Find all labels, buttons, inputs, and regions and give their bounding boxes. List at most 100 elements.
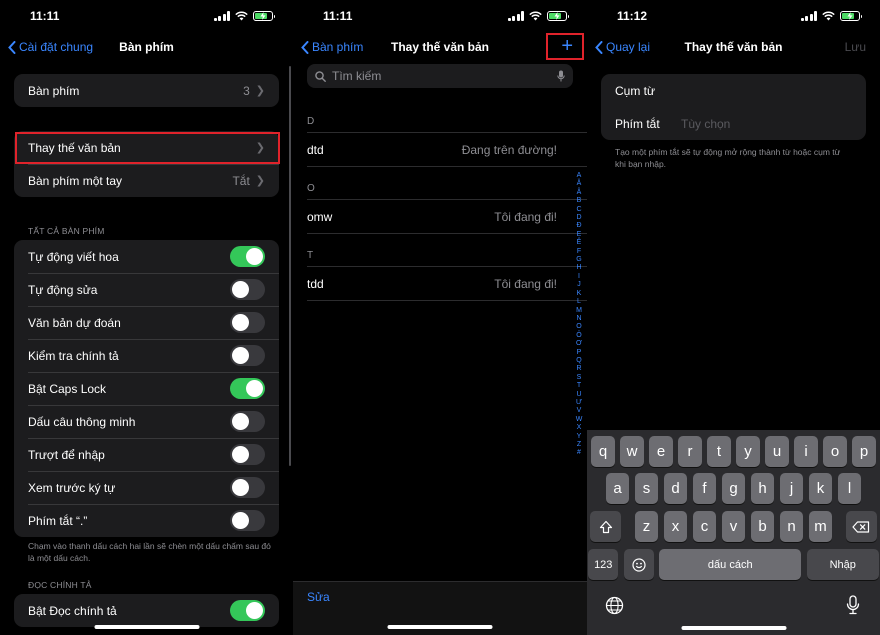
index-letter[interactable]: W xyxy=(576,416,583,424)
index-letter[interactable]: E xyxy=(577,231,582,239)
letter-key[interactable]: k xyxy=(808,473,833,504)
shortcut-field[interactable]: Phím tắt Tùy chọn xyxy=(601,107,866,140)
back-button[interactable]: Quay lại xyxy=(595,40,650,54)
index-letter[interactable]: Ư xyxy=(576,399,582,407)
index-letter[interactable]: Ê xyxy=(577,239,582,247)
index-letter[interactable]: F xyxy=(577,248,581,256)
index-letter[interactable]: Đ xyxy=(576,222,581,230)
letter-key[interactable]: h xyxy=(750,473,775,504)
space-key[interactable]: dấu cách xyxy=(659,549,802,580)
edit-button[interactable]: Sửa xyxy=(307,590,330,604)
letter-key[interactable]: s xyxy=(634,473,659,504)
numbers-key[interactable]: 123 xyxy=(588,549,619,580)
index-letter[interactable]: Ă xyxy=(577,180,582,188)
one-handed-keyboard-row[interactable]: Bàn phím một tay Tắt ❯ xyxy=(14,164,279,197)
letter-key[interactable]: e xyxy=(649,436,673,467)
index-letter[interactable]: C xyxy=(576,206,581,214)
letter-key[interactable]: n xyxy=(779,511,804,542)
letter-key[interactable]: u xyxy=(765,436,789,467)
letter-key[interactable]: x xyxy=(663,511,688,542)
letter-key[interactable]: o xyxy=(823,436,847,467)
back-button[interactable]: Cài đặt chung xyxy=(8,40,93,54)
index-letter[interactable]: P xyxy=(577,349,582,357)
search-input[interactable]: Tìm kiếm xyxy=(332,69,551,83)
index-letter[interactable]: V xyxy=(577,407,582,415)
wifi-icon xyxy=(235,11,248,21)
emoji-key[interactable] xyxy=(623,549,654,580)
letter-key[interactable]: y xyxy=(736,436,760,467)
setting-toggle[interactable] xyxy=(230,312,265,333)
replacement-row[interactable]: dtd Đang trên đường! xyxy=(307,133,557,166)
index-letter[interactable]: Â xyxy=(577,189,582,197)
index-letter[interactable]: I xyxy=(578,273,580,281)
section-index[interactable]: A Ă Â B C D Đ E Ê F G H I J K L M N O Ô Ơ P Q R S T U Ư V W X Y Z # xyxy=(574,172,584,458)
shortcut-input[interactable]: Tùy chọn xyxy=(681,117,730,131)
microphone-icon[interactable] xyxy=(557,70,565,82)
letter-key[interactable]: r xyxy=(678,436,702,467)
setting-toggle[interactable] xyxy=(230,477,265,498)
index-letter[interactable]: Z xyxy=(577,441,581,449)
shift-key[interactable] xyxy=(590,511,622,542)
letter-key[interactable]: p xyxy=(852,436,876,467)
letter-key[interactable]: q xyxy=(591,436,615,467)
index-letter[interactable]: Y xyxy=(577,433,582,441)
letter-key[interactable]: f xyxy=(692,473,717,504)
index-letter[interactable]: S xyxy=(577,374,582,382)
index-letter[interactable]: X xyxy=(577,424,582,432)
shortcut-text: tdd xyxy=(307,276,324,291)
globe-button[interactable] xyxy=(605,596,624,620)
save-button[interactable]: Lưu xyxy=(845,40,866,54)
index-letter[interactable]: R xyxy=(576,365,581,373)
dictation-button[interactable] xyxy=(846,595,860,620)
keyboards-row[interactable]: Bàn phím 3 ❯ xyxy=(14,74,279,107)
index-letter[interactable]: M xyxy=(576,307,582,315)
highlight-box xyxy=(546,33,584,60)
toggle-label: Phím tắt “.” xyxy=(28,513,88,528)
back-label: Quay lại xyxy=(606,40,651,54)
letter-key[interactable]: d xyxy=(663,473,688,504)
setting-toggle[interactable] xyxy=(230,279,265,300)
return-key[interactable]: Nhập xyxy=(806,549,879,580)
index-letter[interactable]: L xyxy=(577,298,581,306)
index-letter[interactable]: # xyxy=(577,449,581,457)
letter-key[interactable]: c xyxy=(692,511,717,542)
index-letter[interactable]: O xyxy=(576,323,581,331)
dictation-toggle[interactable] xyxy=(230,600,265,621)
index-letter[interactable]: Ô xyxy=(576,332,581,340)
index-letter[interactable]: K xyxy=(577,290,582,298)
search-field[interactable]: Tìm kiếm xyxy=(307,64,573,88)
index-letter[interactable]: J xyxy=(577,281,581,289)
letter-key[interactable]: w xyxy=(620,436,644,467)
replacement-row[interactable]: omw Tôi đang đi! xyxy=(307,200,557,233)
phrase-field[interactable]: Cụm từ xyxy=(601,74,866,107)
letter-key[interactable]: v xyxy=(721,511,746,542)
setting-toggle[interactable] xyxy=(230,444,265,465)
letter-key[interactable]: z xyxy=(634,511,659,542)
setting-toggle[interactable] xyxy=(230,411,265,432)
index-letter[interactable]: N xyxy=(576,315,581,323)
scrollbar[interactable] xyxy=(288,66,291,466)
index-letter[interactable]: G xyxy=(576,256,581,264)
letter-key[interactable]: g xyxy=(721,473,746,504)
index-letter[interactable]: H xyxy=(576,264,581,272)
setting-toggle[interactable] xyxy=(230,378,265,399)
delete-key[interactable] xyxy=(845,511,877,542)
index-letter[interactable]: U xyxy=(576,391,581,399)
index-letter[interactable]: T xyxy=(577,382,581,390)
setting-toggle[interactable] xyxy=(230,345,265,366)
letter-key[interactable]: a xyxy=(605,473,630,504)
index-letter[interactable]: Ơ xyxy=(576,340,582,348)
index-letter[interactable]: B xyxy=(577,197,582,205)
letter-key[interactable]: l xyxy=(837,473,862,504)
letter-key[interactable]: t xyxy=(707,436,731,467)
letter-key[interactable]: i xyxy=(794,436,818,467)
letter-key[interactable]: m xyxy=(808,511,833,542)
index-letter[interactable]: D xyxy=(576,214,581,222)
back-button[interactable]: Bàn phím xyxy=(301,40,363,54)
index-letter[interactable]: Q xyxy=(576,357,581,365)
replacement-row[interactable]: tdd Tôi đang đi! xyxy=(307,267,557,300)
setting-toggle[interactable] xyxy=(230,510,265,531)
letter-key[interactable]: b xyxy=(750,511,775,542)
letter-key[interactable]: j xyxy=(779,473,804,504)
setting-toggle[interactable] xyxy=(230,246,265,267)
